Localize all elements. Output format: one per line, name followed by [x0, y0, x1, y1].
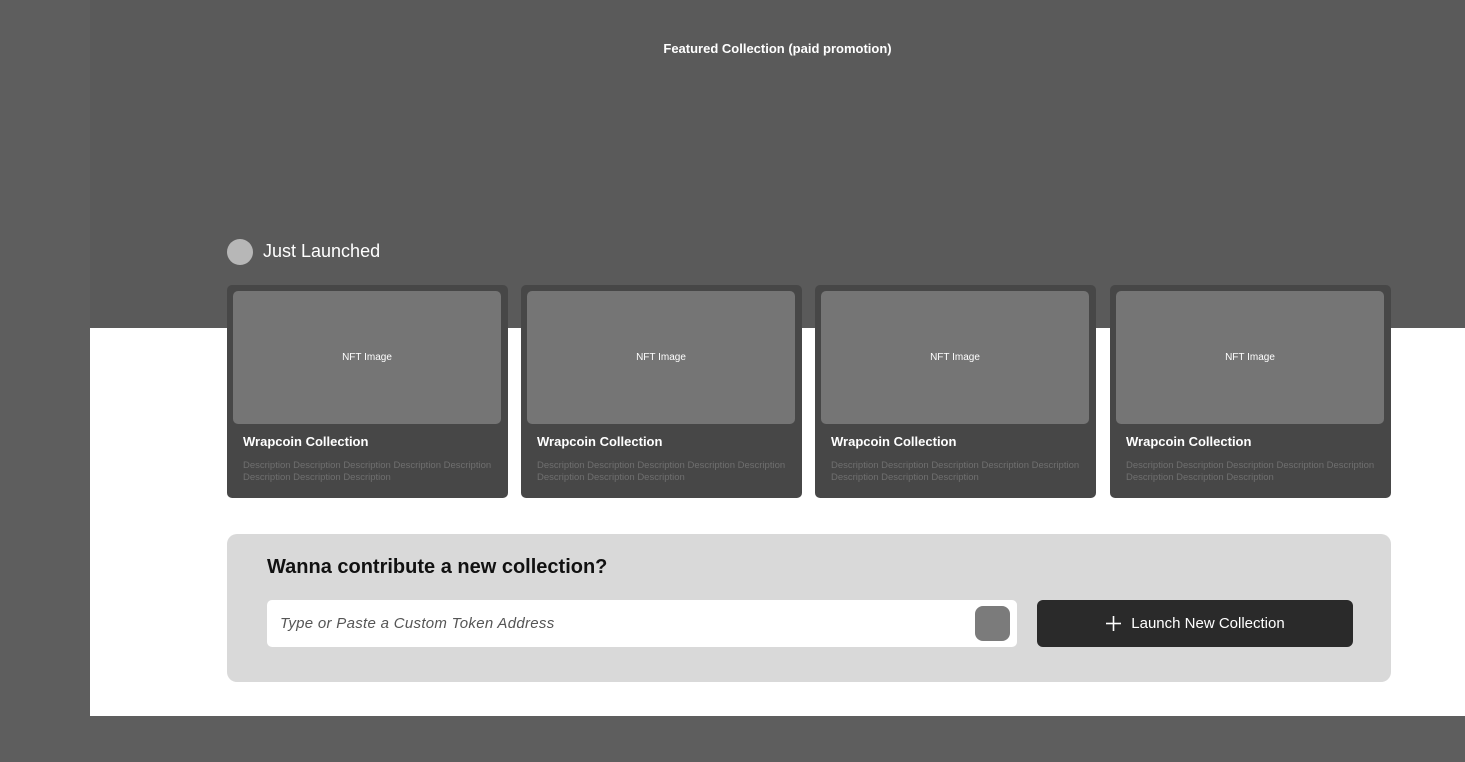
section-dot-icon — [227, 238, 253, 265]
collection-card-title: Wrapcoin Collection — [1126, 434, 1252, 449]
contribute-collection-panel: Wanna contribute a new collection? Launc… — [227, 534, 1391, 682]
contribute-title: Wanna contribute a new collection? — [267, 556, 608, 578]
collection-card[interactable]: NFT Image Wrapcoin Collection Descriptio… — [521, 285, 802, 498]
featured-collection-title: Featured Collection (paid promotion) — [663, 41, 892, 56]
nft-image-label: NFT Image — [930, 352, 980, 363]
featured-collection-banner[interactable]: Featured Collection (paid promotion) — [90, 0, 1465, 328]
collection-card-title: Wrapcoin Collection — [831, 434, 957, 449]
nft-image-placeholder: NFT Image — [1116, 291, 1384, 424]
collection-card-title: Wrapcoin Collection — [243, 434, 369, 449]
nft-image-placeholder: NFT Image — [233, 291, 501, 424]
collection-card-description: Description Description Description Desc… — [1126, 460, 1375, 483]
nft-image-placeholder: NFT Image — [821, 291, 1089, 424]
nft-image-placeholder: NFT Image — [527, 291, 795, 424]
plus-icon — [1106, 616, 1122, 631]
launch-button-label: Launch New Collection — [1131, 615, 1285, 632]
just-launched-header: Just Launched — [227, 238, 380, 265]
just-launched-title: Just Launched — [263, 241, 381, 261]
nft-image-label: NFT Image — [342, 352, 392, 363]
collection-card-title: Wrapcoin Collection — [537, 434, 663, 449]
nft-image-label: NFT Image — [636, 352, 686, 363]
collection-card-description: Description Description Description Desc… — [537, 460, 786, 483]
collection-card-description: Description Description Description Desc… — [243, 460, 492, 483]
collection-card[interactable]: NFT Image Wrapcoin Collection Descriptio… — [1110, 285, 1391, 498]
token-address-input[interactable] — [267, 600, 957, 647]
collection-card[interactable]: NFT Image Wrapcoin Collection Descriptio… — [815, 285, 1096, 498]
nft-image-label: NFT Image — [1225, 352, 1275, 363]
token-address-field — [267, 600, 1017, 647]
launch-new-collection-button[interactable]: Launch New Collection — [1037, 600, 1353, 647]
collection-card[interactable]: NFT Image Wrapcoin Collection Descriptio… — [227, 285, 508, 498]
paste-icon[interactable] — [975, 606, 1010, 641]
collection-card-description: Description Description Description Desc… — [831, 460, 1080, 483]
left-sidebar-strip — [0, 0, 90, 762]
